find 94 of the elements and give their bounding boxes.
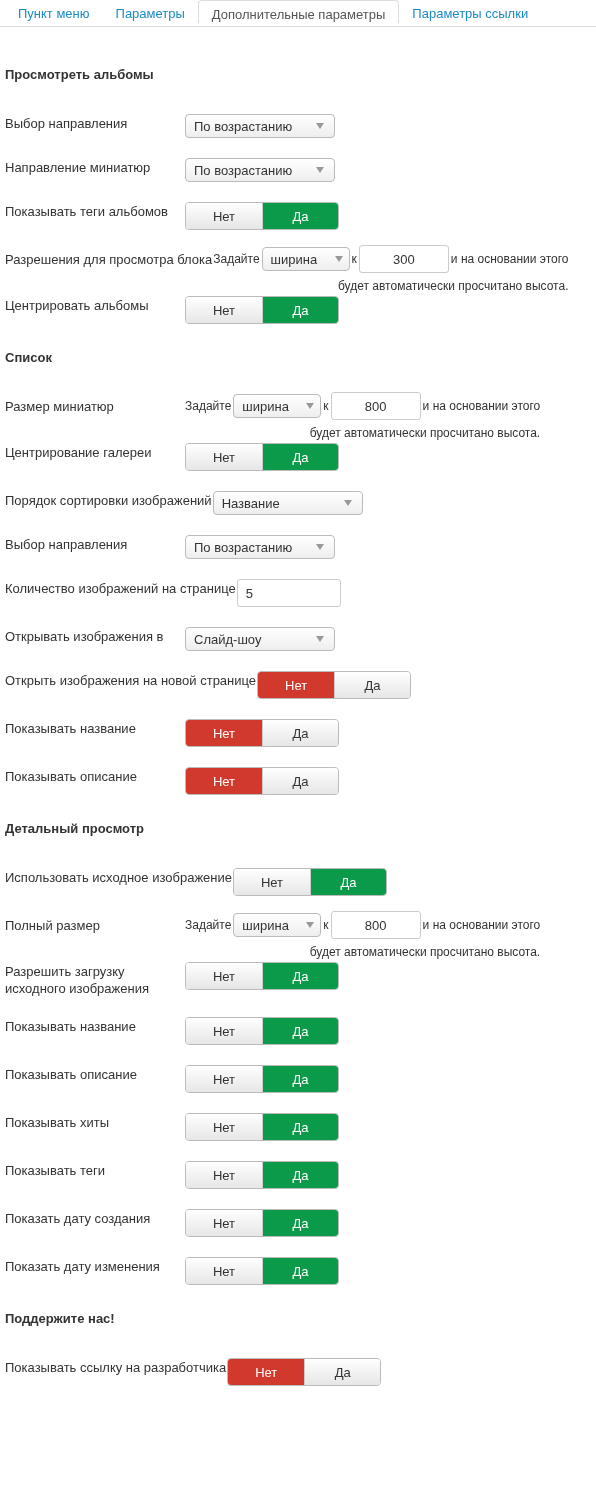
toggle-option[interactable]: Да (334, 672, 411, 698)
caret-icon (343, 500, 352, 506)
toggle-option[interactable]: Нет (186, 720, 262, 746)
toggle-option[interactable]: Нет (228, 1359, 305, 1385)
field-label: Количество изображений на странице (5, 580, 237, 597)
toggle-option[interactable]: Да (262, 1018, 338, 1044)
suffix-text: и на основании этого (422, 918, 541, 932)
caret-icon (316, 123, 324, 129)
field-label: Показывать ссылку на разработчика (5, 1359, 228, 1376)
tab[interactable]: Дополнительные параметры (197, 0, 400, 23)
caret-icon (316, 544, 324, 550)
toggle-option[interactable]: Нет (186, 297, 262, 323)
toggle-option[interactable]: Нет (186, 1162, 262, 1188)
tab[interactable]: Параметры ссылки (399, 0, 542, 22)
section-heading: Просмотреть альбомы (5, 67, 154, 83)
prefix-text: Задайте (213, 252, 260, 266)
dropdown[interactable]: Название (212, 491, 363, 515)
toggle-option[interactable]: Да (262, 1066, 338, 1092)
dropdown[interactable]: ширина (233, 913, 322, 937)
caret-icon (306, 403, 315, 409)
toggle-option[interactable]: Нет (258, 672, 335, 698)
field-label: Показать дату создания (5, 1210, 152, 1227)
field-label: Центрирование галереи (5, 444, 153, 461)
field-label: Показывать теги (5, 1162, 107, 1179)
note-text: будет автоматически просчитано высота. (309, 945, 541, 959)
caret-icon (316, 167, 324, 173)
dropdown[interactable]: Слайд-шоу (185, 627, 335, 651)
note-text: будет автоматически просчитано высота. (338, 279, 569, 293)
joiner-text: к (323, 399, 329, 413)
section-heading: Список (5, 350, 52, 366)
suffix-text: и на основании этого (450, 252, 569, 266)
toggle-option[interactable]: Да (262, 720, 338, 746)
toggle-option[interactable]: Нет (186, 1210, 262, 1236)
field-label: Полный размер (5, 917, 101, 934)
toggle-option[interactable]: Да (262, 1210, 338, 1236)
toggle-option[interactable]: Нет (186, 444, 262, 470)
field-label: Использовать исходное изображение (5, 869, 233, 886)
field-label: Открывать изображения в (5, 628, 165, 645)
toggle-option[interactable]: Нет (186, 963, 262, 989)
toggle-option[interactable]: Да (262, 768, 338, 794)
toggle-option[interactable]: Нет (234, 869, 310, 895)
field-label: Порядок сортировки изображений (5, 492, 213, 509)
dropdown[interactable]: ширина (233, 394, 322, 418)
field-label: Разрешения для просмотра блока (5, 251, 214, 268)
field-label: Показывать описание (5, 768, 138, 785)
toggle-option[interactable]: Да (262, 1258, 338, 1284)
toggle-option[interactable]: Нет (186, 1258, 262, 1284)
field-label: Показывать теги альбомов (5, 203, 169, 220)
field-label: Показывать название (5, 1018, 137, 1035)
dropdown[interactable]: По возрастанию (185, 114, 335, 138)
toggle-option[interactable]: Да (262, 203, 338, 229)
caret-icon (306, 922, 315, 928)
toggle-option[interactable]: Да (262, 963, 338, 989)
dropdown[interactable]: ширина (261, 247, 350, 271)
field-label: Выбор направления (5, 536, 129, 553)
toggle-option[interactable]: Да (310, 869, 386, 895)
toggle-option[interactable]: Нет (186, 203, 262, 229)
note-text: будет автоматически просчитано высота. (309, 426, 541, 440)
field-label: Размер миниатюр (5, 398, 115, 415)
field-label: Направление миниатюр (5, 159, 152, 176)
section-heading: Поддержите нас! (5, 1311, 115, 1327)
toggle-option[interactable]: Да (304, 1359, 381, 1385)
input-field[interactable]: 5 (236, 579, 341, 607)
field-label: Центрировать альбомы (5, 297, 150, 314)
caret-icon (316, 636, 324, 642)
toggle-option[interactable]: Нет (186, 768, 262, 794)
toggle-option[interactable]: Да (262, 1114, 338, 1140)
caret-icon (334, 256, 343, 262)
section-heading: Детальный просмотр (5, 821, 145, 837)
field-label: Выбор направления (5, 115, 129, 132)
prefix-text: Задайте (185, 399, 232, 413)
toggle-option[interactable]: Да (262, 1162, 338, 1188)
tab[interactable]: Параметры (102, 0, 198, 22)
input-field[interactable]: 300 (358, 245, 449, 273)
input-field[interactable]: 800 (330, 392, 421, 420)
field-label: Показывать описание (5, 1066, 138, 1083)
field-label: Показать дату изменения (5, 1258, 161, 1275)
field-label: Показывать название (5, 720, 137, 737)
toggle-option[interactable]: Нет (186, 1066, 262, 1092)
toggle-option[interactable]: Нет (186, 1114, 262, 1140)
field-label: Разрешить загрузку исходного изображения (5, 963, 150, 997)
field-label: Показывать хиты (5, 1114, 111, 1131)
dropdown[interactable]: По возрастанию (185, 535, 335, 559)
joiner-text: к (351, 252, 357, 266)
toggle-option[interactable]: Да (262, 444, 338, 470)
suffix-text: и на основании этого (422, 399, 541, 413)
field-label: Открыть изображения на новой странице (5, 672, 258, 689)
toggle-option[interactable]: Да (262, 297, 338, 323)
input-field[interactable]: 800 (330, 911, 421, 939)
tab[interactable]: Пункт меню (5, 0, 103, 22)
joiner-text: к (323, 918, 329, 932)
dropdown[interactable]: По возрастанию (185, 158, 335, 182)
prefix-text: Задайте (185, 918, 232, 932)
toggle-option[interactable]: Нет (186, 1018, 262, 1044)
